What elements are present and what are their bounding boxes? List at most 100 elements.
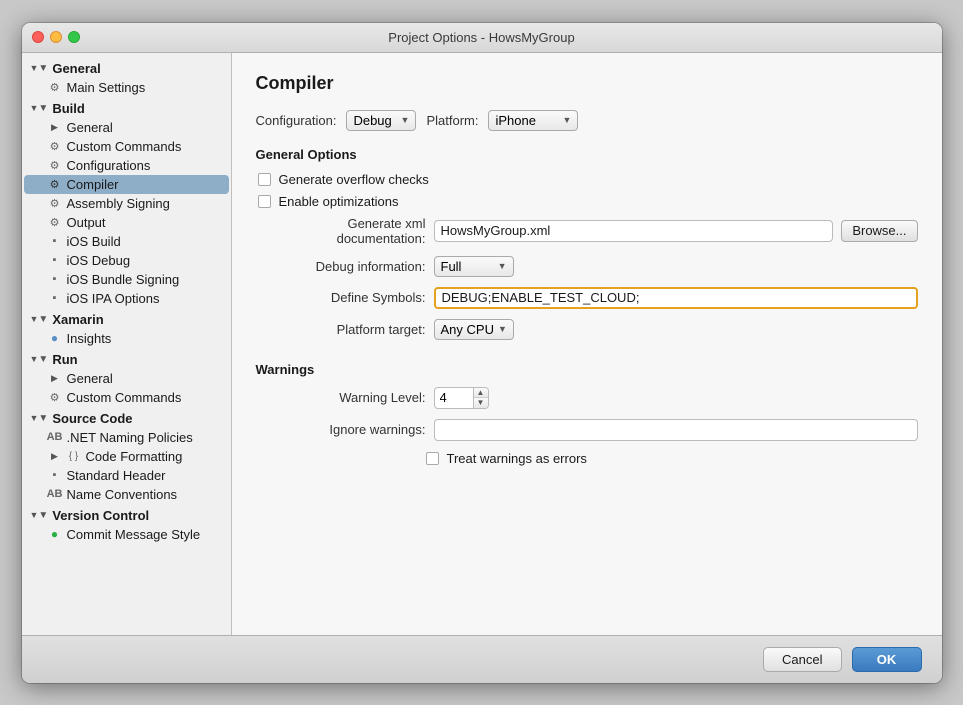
- section-xamarin-label: Xamarin: [52, 312, 103, 327]
- chevron-down-icon: ▼: [496, 324, 509, 334]
- platform-select[interactable]: iPhone ▼: [488, 110, 578, 131]
- sidebar-item-label: Main Settings: [67, 80, 146, 95]
- sidebar-item-label: General: [67, 120, 113, 135]
- arrow-right-icon: ▶: [48, 449, 62, 463]
- sidebar-item-run-custom-commands[interactable]: Custom Commands: [24, 388, 229, 407]
- debug-info-row: Debug information: Full ▼: [256, 256, 918, 277]
- sidebar-item-name-conventions[interactable]: AB Name Conventions: [24, 485, 229, 504]
- section-vc-arrow: ▼: [30, 510, 49, 521]
- overflow-checks-label: Generate overflow checks: [279, 172, 429, 187]
- sidebar-item-ios-debug[interactable]: iOS Debug: [24, 251, 229, 270]
- configuration-select[interactable]: Debug ▼: [346, 110, 416, 131]
- configuration-value: Debug: [353, 113, 396, 128]
- ignore-warnings-row: Ignore warnings:: [256, 419, 918, 441]
- sidebar-item-ios-ipa-options[interactable]: iOS IPA Options: [24, 289, 229, 308]
- xml-doc-label: Generate xml documentation:: [256, 216, 426, 246]
- ab-icon: AB: [48, 430, 62, 444]
- close-button[interactable]: [32, 31, 44, 43]
- enable-optimizations-label: Enable optimizations: [279, 194, 399, 209]
- section-source-code-label: Source Code: [52, 411, 132, 426]
- ignore-warnings-label: Ignore warnings:: [256, 422, 426, 437]
- sidebar-item-insights[interactable]: Insights: [24, 329, 229, 348]
- platform-label: Platform:: [426, 113, 478, 128]
- sidebar-item-custom-commands[interactable]: Custom Commands: [24, 137, 229, 156]
- sidebar-item-ios-build[interactable]: iOS Build: [24, 232, 229, 251]
- sidebar-item-configurations[interactable]: Configurations: [24, 156, 229, 175]
- sidebar-item-label: Assembly Signing: [67, 196, 170, 211]
- sidebar-item-label: Code Formatting: [86, 449, 183, 464]
- arrow-right-icon: ▶: [48, 120, 62, 134]
- sidebar-item-label: Output: [67, 215, 106, 230]
- xml-doc-input[interactable]: [434, 220, 834, 242]
- circle-icon: [48, 331, 62, 345]
- chevron-down-icon: ▼: [496, 261, 509, 271]
- sidebar-item-label: Custom Commands: [67, 390, 182, 405]
- ab-icon: AB: [48, 487, 62, 501]
- section-general-label: General: [52, 61, 100, 76]
- maximize-button[interactable]: [68, 31, 80, 43]
- treat-warnings-label: Treat warnings as errors: [447, 451, 587, 466]
- section-xamarin[interactable]: ▼ Xamarin: [22, 308, 231, 329]
- platform-target-value: Any CPU: [441, 322, 494, 337]
- chevron-down-icon: ▼: [561, 115, 574, 125]
- warnings-heading: Warnings: [256, 362, 918, 377]
- sidebar-item-build-general[interactable]: ▶ General: [24, 118, 229, 137]
- spinner-up[interactable]: ▲: [474, 388, 488, 399]
- sidebar-item-label: Commit Message Style: [67, 527, 201, 542]
- sidebar-item-commit-message-style[interactable]: Commit Message Style: [24, 525, 229, 544]
- platform-target-row: Platform target: Any CPU ▼: [256, 319, 918, 340]
- traffic-lights: [32, 31, 80, 43]
- square-icon: [48, 291, 62, 305]
- minimize-button[interactable]: [50, 31, 62, 43]
- browse-button[interactable]: Browse...: [841, 220, 917, 242]
- sidebar-item-label: Name Conventions: [67, 487, 178, 502]
- section-run-label: Run: [52, 352, 77, 367]
- titlebar: Project Options - HowsMyGroup: [22, 23, 942, 53]
- sidebar-item-label: Custom Commands: [67, 139, 182, 154]
- sidebar-item-code-formatting[interactable]: ▶ { } Code Formatting: [24, 447, 229, 466]
- section-version-control[interactable]: ▼ Version Control: [22, 504, 231, 525]
- sidebar-item-output[interactable]: Output: [24, 213, 229, 232]
- xml-doc-row: Generate xml documentation: Browse...: [256, 216, 918, 246]
- section-build[interactable]: ▼ Build: [22, 97, 231, 118]
- window-body: ▼ General Main Settings ▼ Build ▶ Genera…: [22, 53, 942, 635]
- sidebar-item-standard-header[interactable]: Standard Header: [24, 466, 229, 485]
- code-icon: { }: [67, 449, 81, 463]
- warning-level-input[interactable]: [434, 387, 474, 409]
- spinner-down[interactable]: ▼: [474, 398, 488, 408]
- window-title: Project Options - HowsMyGroup: [388, 30, 574, 45]
- chevron-down-icon: ▼: [399, 115, 412, 125]
- cancel-button[interactable]: Cancel: [763, 647, 841, 672]
- sidebar-item-main-settings[interactable]: Main Settings: [24, 78, 229, 97]
- section-source-code[interactable]: ▼ Source Code: [22, 407, 231, 428]
- debug-info-value: Full: [441, 259, 494, 274]
- section-general[interactable]: ▼ General: [22, 57, 231, 78]
- footer: Cancel OK: [22, 635, 942, 683]
- overflow-checks-row: Generate overflow checks: [256, 172, 918, 187]
- enable-optimizations-checkbox[interactable]: [258, 195, 271, 208]
- sidebar-item-net-naming-policies[interactable]: AB .NET Naming Policies: [24, 428, 229, 447]
- arrow-right-icon: ▶: [48, 371, 62, 385]
- define-symbols-input[interactable]: [434, 287, 918, 309]
- sidebar-item-compiler[interactable]: Compiler: [24, 175, 229, 194]
- section-xamarin-arrow: ▼: [30, 314, 49, 325]
- ok-button[interactable]: OK: [852, 647, 922, 672]
- sidebar-item-label: iOS Debug: [67, 253, 131, 268]
- general-options-heading: General Options: [256, 147, 918, 162]
- sidebar-item-ios-bundle-signing[interactable]: iOS Bundle Signing: [24, 270, 229, 289]
- platform-target-select[interactable]: Any CPU ▼: [434, 319, 514, 340]
- square-icon: [48, 468, 62, 482]
- gear-icon: [48, 215, 62, 229]
- sidebar-item-assembly-signing[interactable]: Assembly Signing: [24, 194, 229, 213]
- overflow-checks-checkbox[interactable]: [258, 173, 271, 186]
- debug-info-select[interactable]: Full ▼: [434, 256, 514, 277]
- section-run[interactable]: ▼ Run: [22, 348, 231, 369]
- section-run-arrow: ▼: [30, 354, 49, 365]
- gear-icon: [48, 196, 62, 210]
- treat-warnings-checkbox[interactable]: [426, 452, 439, 465]
- sidebar-item-label: Compiler: [67, 177, 119, 192]
- sidebar-item-run-general[interactable]: ▶ General: [24, 369, 229, 388]
- sidebar-item-label: iOS Bundle Signing: [67, 272, 180, 287]
- ignore-warnings-input[interactable]: [434, 419, 918, 441]
- warning-level-spinner: ▲ ▼: [434, 387, 489, 409]
